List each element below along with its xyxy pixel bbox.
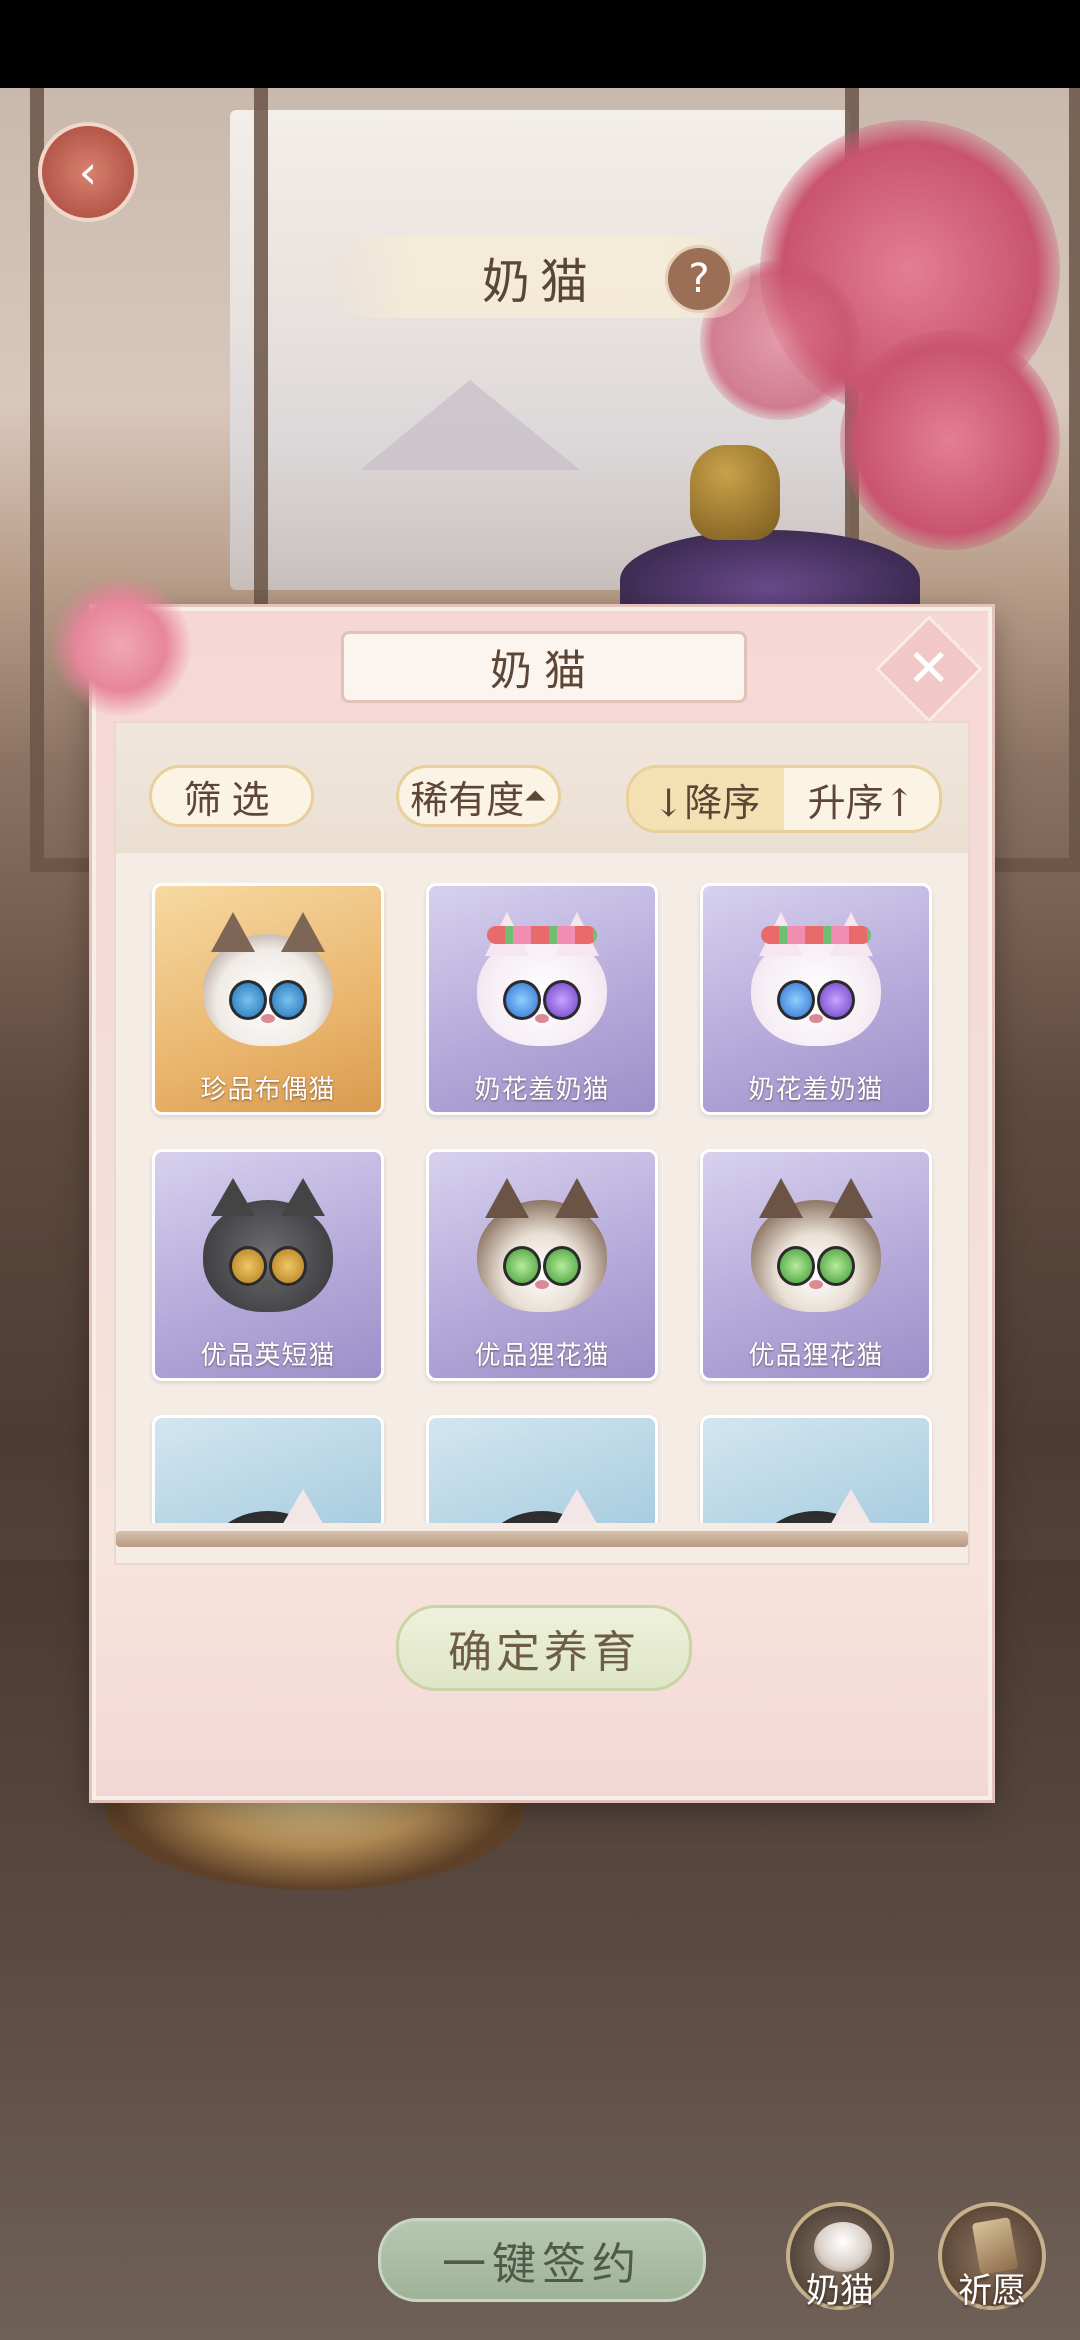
wish-menu-button[interactable]: 祈愿 — [938, 2202, 1046, 2311]
sort-descending-button[interactable]: ↓降序 — [629, 768, 784, 830]
cat-card[interactable]: 优品狸花猫 — [426, 1149, 658, 1381]
rarity-sort-button[interactable]: 稀有度 ⏶ — [396, 765, 561, 827]
cat-card-label: 奶花羞奶猫 — [474, 1075, 610, 1105]
ragdoll-cat-icon — [203, 912, 333, 1047]
flower-crown-cat-icon — [751, 912, 881, 1047]
list-scrollbar[interactable] — [116, 1531, 968, 1547]
rarity-label: 稀有度 — [410, 777, 525, 822]
cat-card[interactable]: 优品英短猫 — [152, 1149, 384, 1381]
cat-card-label: 优品狸花猫 — [474, 1341, 610, 1371]
triangle-up-icon: ⏶ — [524, 779, 547, 812]
game-scene: ‹ 奶猫 ? 奶猫 ✕ 筛选 稀有度 ⏶ ↓降序 升序↑ 珍品布偶猫 奶花羞奶猫… — [0, 0, 1080, 2340]
cat-card-label: 珍品布偶猫 — [200, 1075, 336, 1105]
cat-card[interactable]: 奶花羞奶猫 — [700, 883, 932, 1115]
page-title: 奶猫 — [481, 254, 598, 310]
flower-decoration-icon — [51, 576, 191, 716]
modal-title-banner: 奶猫 — [341, 631, 747, 703]
filter-toolbar: 筛选 稀有度 ⏶ ↓降序 升序↑ — [116, 723, 968, 853]
mountain — [360, 380, 580, 470]
cat-card[interactable]: 奶花羞奶猫 — [426, 883, 658, 1115]
back-arrow-icon: ‹ — [78, 145, 98, 199]
cat-card[interactable] — [426, 1415, 658, 1523]
modal-title: 奶猫 — [489, 645, 598, 695]
british-shorthair-cat-icon — [203, 1178, 333, 1313]
sort-order-toggle: ↓降序 升序↑ — [626, 765, 942, 833]
sort-ascending-button[interactable]: 升序↑ — [784, 768, 939, 830]
flower-crown-cat-icon — [477, 912, 607, 1047]
tabby-cat-icon — [751, 1178, 881, 1313]
help-button[interactable]: ? — [665, 245, 733, 313]
cat-card-label: 优品英短猫 — [200, 1341, 336, 1371]
question-mark-icon: ? — [688, 256, 710, 302]
kitten-menu-label: 奶猫 — [806, 2271, 874, 2311]
cat-card-label: 奶花羞奶猫 — [748, 1075, 884, 1105]
close-button[interactable]: ✕ — [875, 615, 983, 723]
filter-button[interactable]: 筛选 — [149, 765, 314, 827]
cat-statue — [690, 445, 780, 540]
cat-card[interactable]: 优品狸花猫 — [700, 1149, 932, 1381]
status-bar — [0, 0, 1080, 88]
cat-card[interactable]: 珍品布偶猫 — [152, 883, 384, 1115]
cat-list-panel: 筛选 稀有度 ⏶ ↓降序 升序↑ 珍品布偶猫 奶花羞奶猫 奶花羞奶猫 优品英短猫… — [114, 721, 970, 1565]
cat-selection-modal: 奶猫 ✕ 筛选 稀有度 ⏶ ↓降序 升序↑ 珍品布偶猫 奶花羞奶猫 奶花羞奶猫 … — [51, 576, 992, 1800]
cherry-blossom — [840, 330, 1060, 550]
black-cat-icon — [751, 1489, 881, 1523]
cat-card[interactable] — [152, 1415, 384, 1523]
close-icon: ✕ — [907, 638, 951, 699]
black-cat-icon — [477, 1489, 607, 1523]
back-button[interactable]: ‹ — [38, 122, 138, 222]
tabby-cat-icon — [477, 1178, 607, 1313]
cat-grid: 珍品布偶猫 奶花羞奶猫 奶花羞奶猫 优品英短猫 优品狸花猫 优品狸花猫 — [134, 883, 950, 1523]
black-cat-icon — [203, 1489, 333, 1523]
cat-card-label: 优品狸花猫 — [748, 1341, 884, 1371]
sign-all-button[interactable]: 一键签约 — [378, 2218, 706, 2302]
wish-menu-label: 祈愿 — [958, 2271, 1026, 2311]
kitten-menu-button[interactable]: 奶猫 — [786, 2202, 894, 2311]
cat-card[interactable] — [700, 1415, 932, 1523]
confirm-adopt-button[interactable]: 确定养育 — [396, 1605, 692, 1691]
